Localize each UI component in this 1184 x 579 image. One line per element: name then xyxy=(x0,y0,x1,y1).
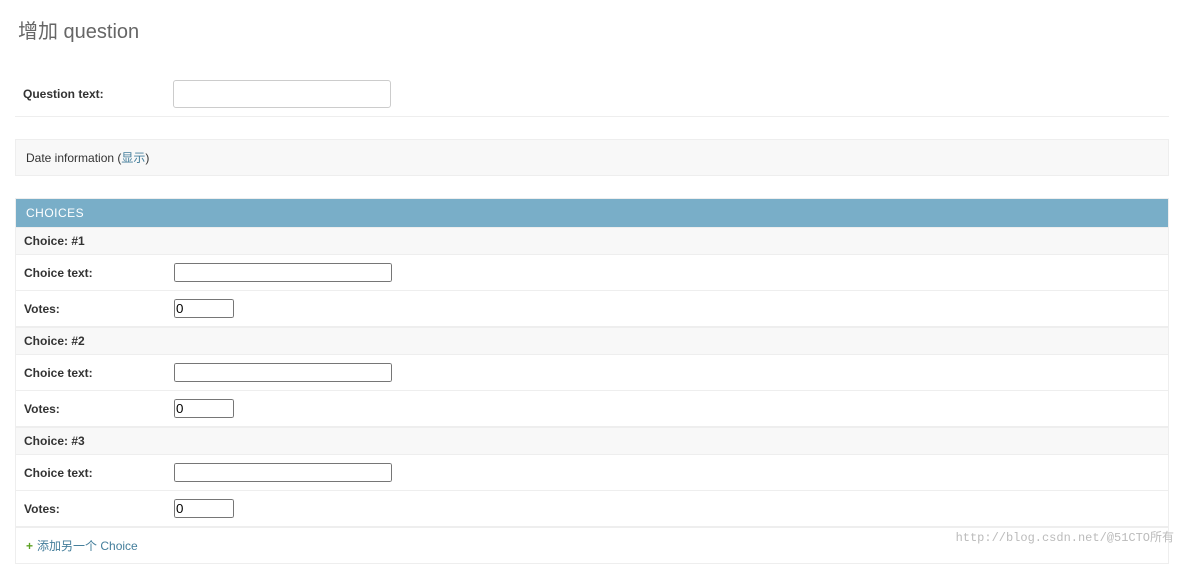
choice-1-votes-label: Votes: xyxy=(24,302,174,316)
choice-1-text-row: Choice text: xyxy=(16,255,1168,291)
choice-2-text-label: Choice text: xyxy=(24,366,174,380)
add-another-choice-row: +添加另一个 Choice xyxy=(16,527,1168,563)
choice-1-votes-row: Votes: xyxy=(16,291,1168,327)
choice-3-votes-label: Votes: xyxy=(24,502,174,516)
choice-2-text-input[interactable] xyxy=(174,363,392,382)
question-text-input[interactable] xyxy=(173,80,391,108)
choice-3-header: Choice: #3 xyxy=(16,427,1168,455)
page-title: 增加 question xyxy=(15,15,1169,44)
date-information-paren-close: ) xyxy=(145,151,149,165)
choice-1-text-label: Choice text: xyxy=(24,266,174,280)
choices-inline-group: CHOICES Choice: #1 Choice text: Votes: C… xyxy=(15,198,1169,564)
choices-header: CHOICES xyxy=(16,199,1168,227)
choice-3-text-input[interactable] xyxy=(174,463,392,482)
date-information-toggle-link[interactable]: 显示 xyxy=(121,151,145,165)
choice-1-text-input[interactable] xyxy=(174,263,392,282)
choice-2-votes-input[interactable] xyxy=(174,399,234,418)
choice-2-votes-label: Votes: xyxy=(24,402,174,416)
choice-2-header: Choice: #2 xyxy=(16,327,1168,355)
choice-3-votes-row: Votes: xyxy=(16,491,1168,527)
choice-3-text-label: Choice text: xyxy=(24,466,174,480)
date-information-fieldset: Date information (显示) xyxy=(15,139,1169,176)
choice-1-votes-input[interactable] xyxy=(174,299,234,318)
question-text-label: Question text: xyxy=(23,87,173,101)
choice-3-votes-input[interactable] xyxy=(174,499,234,518)
choice-1-header: Choice: #1 xyxy=(16,227,1168,255)
question-text-row: Question text: xyxy=(15,72,1169,117)
choice-3-text-row: Choice text: xyxy=(16,455,1168,491)
choice-2-votes-row: Votes: xyxy=(16,391,1168,427)
choice-2-text-row: Choice text: xyxy=(16,355,1168,391)
date-information-label: Date information xyxy=(26,151,114,165)
